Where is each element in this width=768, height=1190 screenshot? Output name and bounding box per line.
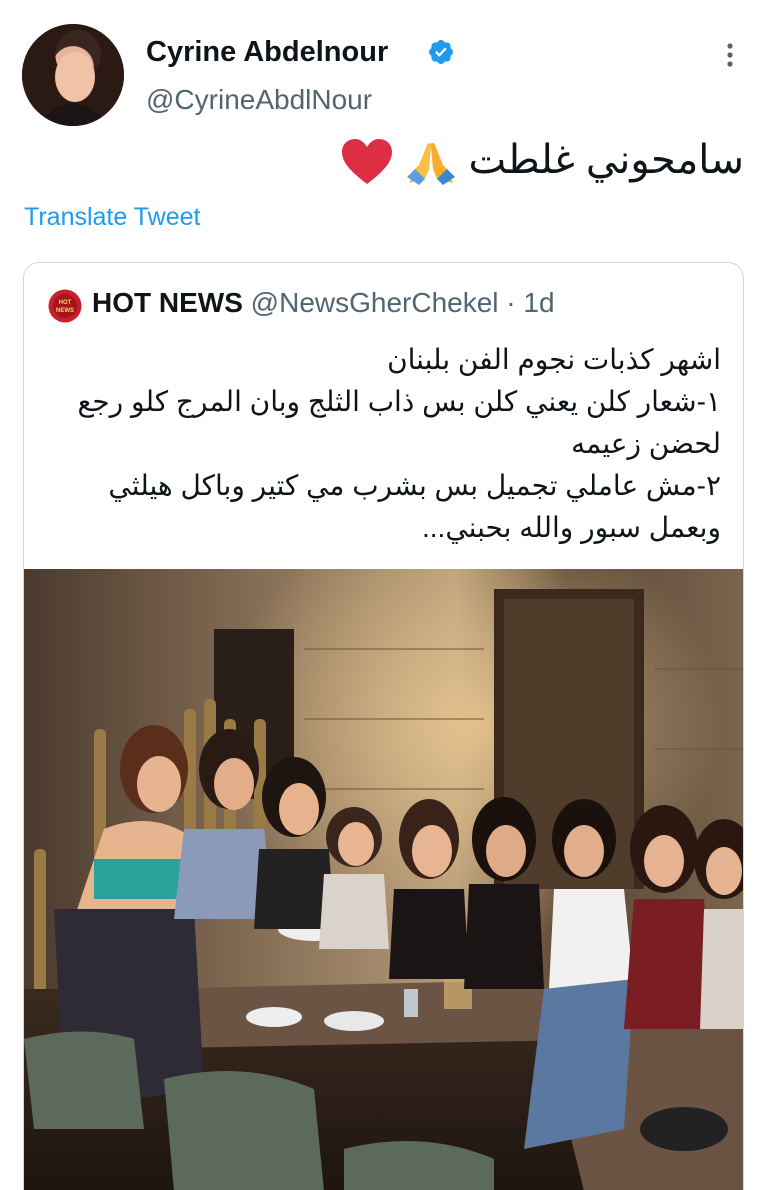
- translate-tweet-link[interactable]: Translate Tweet: [24, 203, 200, 232]
- red-heart-icon: [342, 139, 393, 185]
- quote-line: ٢-مش عاملي تجميل بس بشرب مي كتير وباكل ه…: [108, 470, 721, 501]
- avatar-text-line-2: NEWS: [56, 308, 74, 314]
- more-options-icon[interactable]: [720, 40, 740, 70]
- hot-news-avatar[interactable]: HOT NEWS: [48, 289, 82, 323]
- quote-separator: ·: [498, 287, 524, 318]
- tweet-text-content: سامحوني غلطت: [468, 138, 744, 182]
- quote-header: HOT NEWS @NewsGherChekel · 1d: [92, 287, 555, 319]
- quote-line: ١-شعار كلن يعني كلن بس ذاب الثلج وبان ال…: [77, 386, 721, 417]
- author-avatar[interactable]: [22, 24, 124, 126]
- author-name[interactable]: Cyrine Abdelnour: [146, 36, 388, 69]
- avatar-text-line-1: HOT: [59, 300, 72, 306]
- quote-line: اشهر كذبات نجوم الفن بلبنان: [387, 344, 721, 375]
- quote-line: لحضن زعيمه: [571, 428, 721, 459]
- avatar-face: [55, 52, 95, 102]
- folded-hands-icon: [407, 143, 456, 186]
- group-photo-image: [24, 569, 743, 1190]
- tweet[interactable]: Cyrine Abdelnour @CyrineAbdlNour سامحوني…: [0, 0, 768, 1190]
- quote-line: وبعمل سبور والله بحبني...: [421, 512, 721, 543]
- quote-author-name[interactable]: HOT NEWS: [92, 287, 243, 318]
- quote-author-handle[interactable]: @NewsGherChekel: [251, 287, 499, 318]
- quote-timestamp[interactable]: 1d: [523, 287, 554, 318]
- quoted-tweet[interactable]: HOT NEWS HOT NEWS @NewsGherChekel · 1d ا…: [23, 262, 744, 1190]
- quote-text: اشهر كذبات نجوم الفن بلبنان ١-شعار كلن ي…: [41, 339, 721, 549]
- author-handle[interactable]: @CyrineAbdlNour: [146, 84, 372, 116]
- quote-photo[interactable]: [24, 569, 743, 1190]
- verified-badge-icon: [429, 40, 453, 64]
- tweet-text: سامحوني غلطت: [144, 134, 744, 186]
